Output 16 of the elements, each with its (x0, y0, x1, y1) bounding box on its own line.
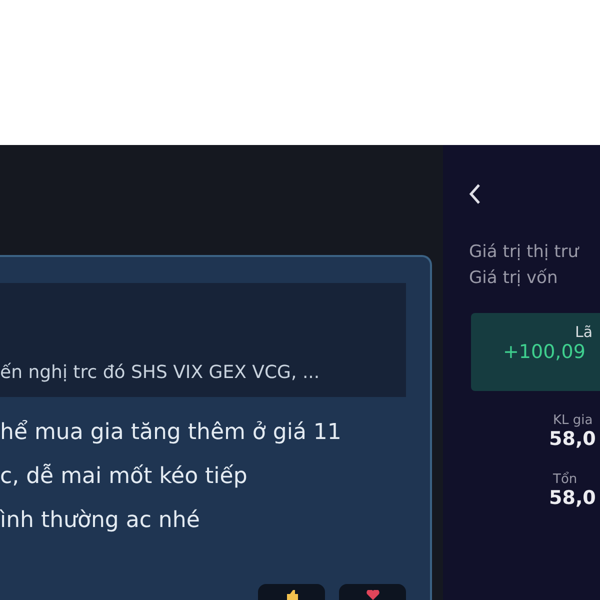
stat-value: 58,0 (549, 487, 596, 509)
thumbs-up-icon (284, 590, 298, 600)
stat-label: KL gia (553, 413, 593, 428)
quote-text: ến nghị trc đó SHS VIX GEX VCG, ... (0, 362, 320, 383)
stat-value: 58,0 (549, 428, 596, 450)
profit-label: Lã (575, 323, 593, 341)
message-text: hể mua gia tăng thêm ở giá 11 (0, 419, 342, 447)
profit-value: +100,09 (503, 341, 586, 363)
stat-label: Tổn (553, 472, 578, 487)
field-label: Giá trị thị trư (469, 241, 580, 264)
back-icon[interactable] (469, 183, 481, 205)
reaction-chip[interactable] (258, 584, 325, 600)
message-text: c, dễ mai mốt kéo tiếp (0, 462, 248, 491)
reaction-chip[interactable] (339, 584, 406, 600)
heart-icon (366, 590, 380, 600)
field-label: Giá trị vốn (469, 267, 559, 290)
